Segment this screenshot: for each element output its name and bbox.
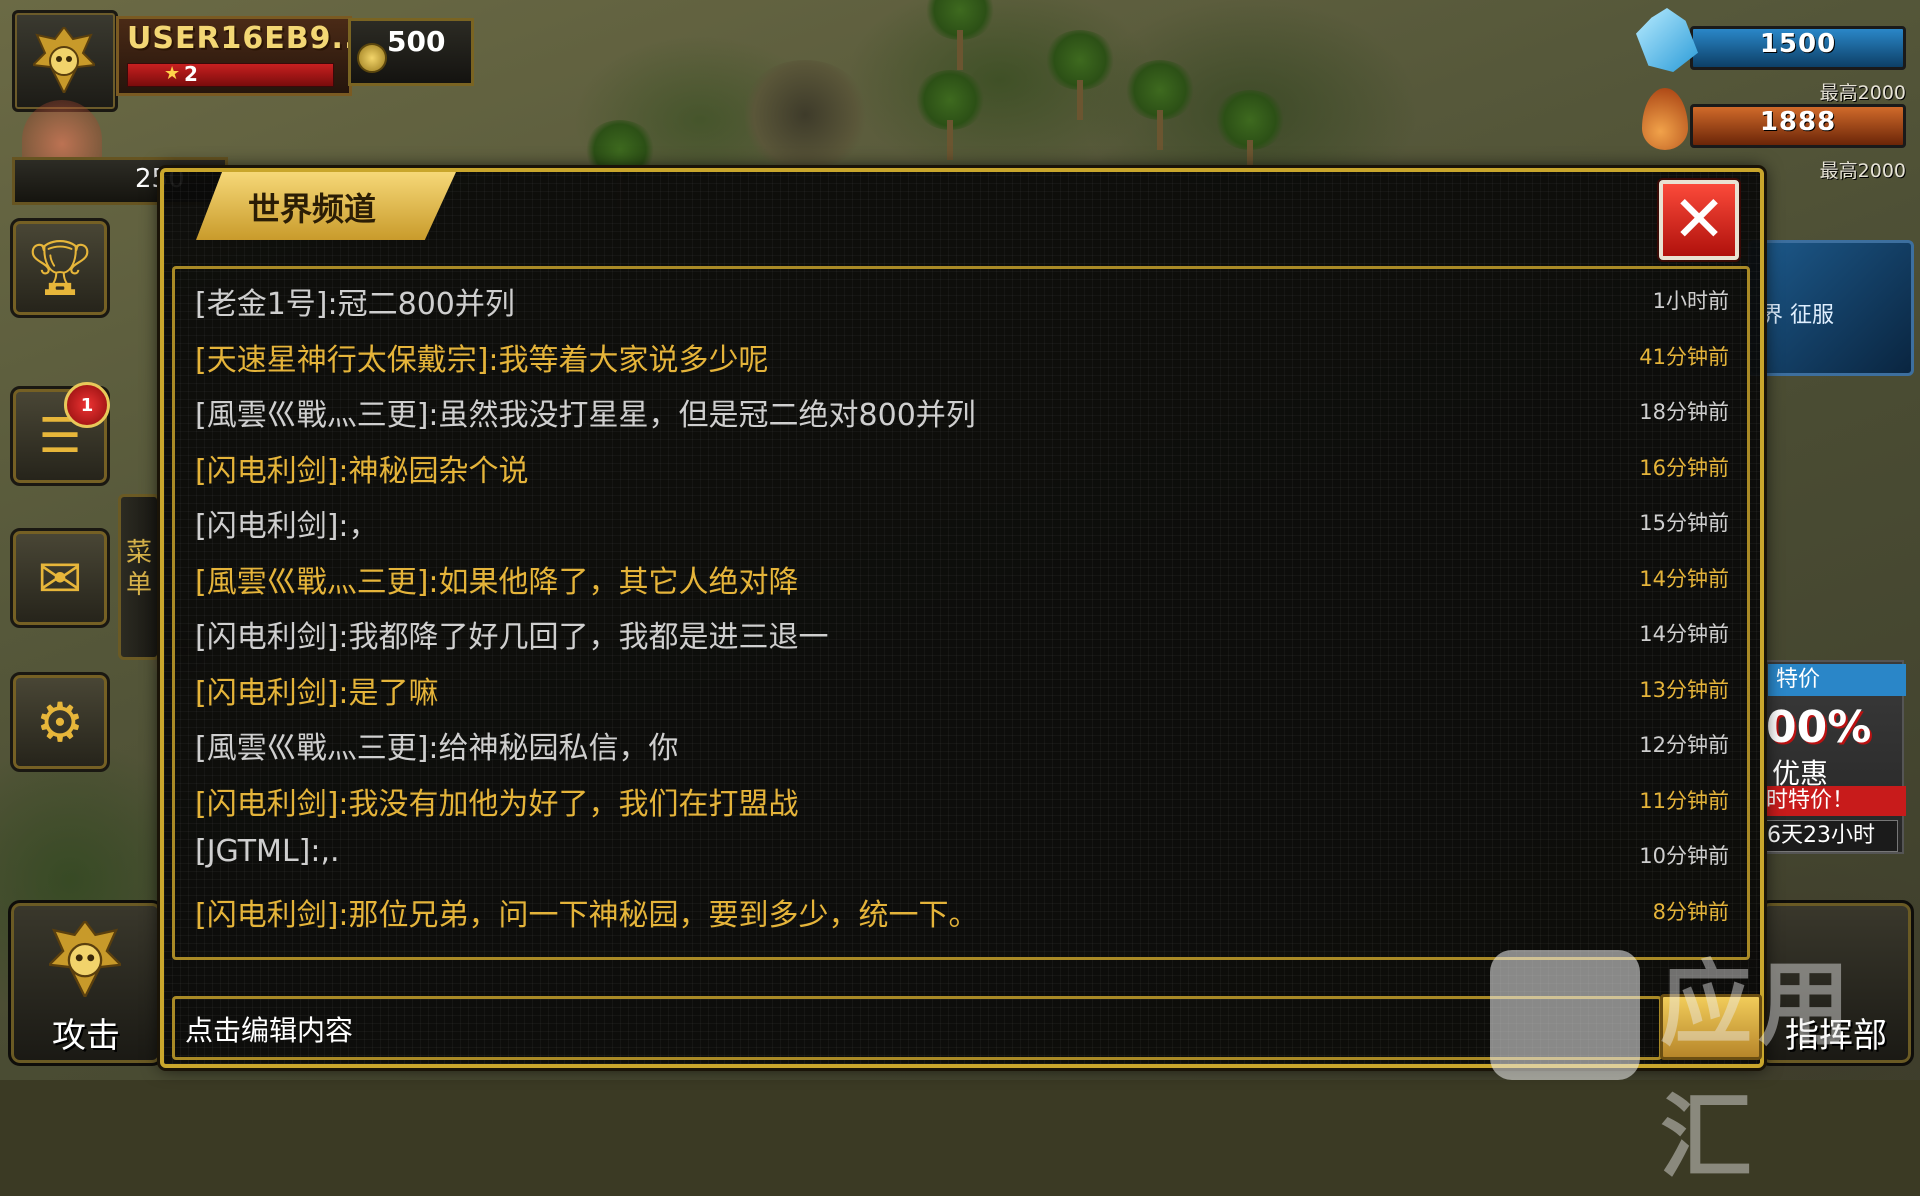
skull-rank-icon bbox=[33, 27, 95, 93]
username: USER16EB9.. bbox=[127, 21, 357, 56]
chat-message-text: [天速星神行太保戴宗]:我等着大家说多少呢 bbox=[195, 342, 769, 378]
chat-message-text: [闪电利剑]:那位兄弟，问一下神秘园，要到多少，统一下。 bbox=[195, 897, 979, 933]
crystal-bar: 1500 bbox=[1690, 26, 1906, 70]
notification-badge: 1 bbox=[64, 382, 110, 428]
chat-message-time: 18分钟前 bbox=[1639, 400, 1729, 424]
chat-message-text: [風雲巛戰灬三更]:虽然我没打星星，但是冠二绝对800并列 bbox=[195, 398, 976, 433]
chat-message-row[interactable]: [闪电利剑]:我没有加他为好了，我们在打盟战 11分钟前 bbox=[195, 775, 1729, 827]
envelope-icon: ✉ bbox=[37, 546, 83, 610]
send-button[interactable] bbox=[1660, 994, 1762, 1060]
crystal-value: 1500 bbox=[1759, 29, 1837, 59]
trophy-icon: 🏆︎ bbox=[25, 236, 95, 299]
chat-message-row[interactable]: [闪电利剑]:神秘园杂个说 16分钟前 bbox=[195, 442, 1729, 494]
chat-message-text: [闪电利剑]:神秘园杂个说 bbox=[195, 453, 529, 489]
level-bar: ★ 2 bbox=[127, 62, 334, 87]
chat-message-row[interactable]: [JGTML]:,. 10分钟前 bbox=[195, 830, 1729, 882]
chat-title: 世界频道 bbox=[247, 190, 376, 228]
chat-input[interactable]: 点击编辑内容 bbox=[172, 996, 1662, 1060]
attack-label: 攻击 bbox=[52, 1016, 120, 1056]
medal-icon bbox=[357, 43, 387, 73]
chat-message-row[interactable]: [風雲巛戰灬三更]:虽然我没打星星，但是冠二绝对800并列 18分钟前 bbox=[195, 386, 1729, 438]
chat-message-row[interactable]: [風雲巛戰灬三更]:给神秘园私信，你 12分钟前 bbox=[195, 719, 1729, 771]
chat-message-row[interactable]: [天速星神行太保戴宗]:我等着大家说多少呢 41分钟前 bbox=[195, 331, 1729, 383]
message-list[interactable]: [老金1号]:冠二800并列 1小时前 [天速星神行太保戴宗]:我等着大家说多少呢 4… bbox=[172, 266, 1750, 960]
chat-message-time: 13分钟前 bbox=[1639, 677, 1729, 702]
close-icon: ✕ bbox=[1672, 183, 1726, 257]
chat-message-time: 41分钟前 bbox=[1639, 344, 1729, 369]
player-info-plate[interactable]: USER16EB9.. ★ 2 bbox=[116, 16, 355, 96]
menu-tab-label: 菜单 bbox=[125, 538, 152, 600]
level-value: 2 bbox=[184, 62, 198, 86]
sale-percent: 00% bbox=[1766, 702, 1872, 753]
chat-message-time: 1小时前 bbox=[1652, 289, 1729, 313]
chat-message-row[interactable]: [風雲巛戰灬三更]:如果他降了，其它人绝对降 14分钟前 bbox=[195, 553, 1729, 605]
chat-input-placeholder: 点击编辑内容 bbox=[185, 1014, 354, 1047]
settings-button[interactable]: ⚙ bbox=[10, 672, 110, 772]
sale-countdown: 6天23小时 bbox=[1762, 820, 1898, 852]
chat-message-time: 10分钟前 bbox=[1639, 844, 1729, 868]
skull-icon bbox=[49, 921, 121, 997]
chat-message-text: [闪电利剑]:， bbox=[195, 509, 379, 544]
medal-value: 500 bbox=[387, 25, 446, 58]
crystal-cap: 最高2000 bbox=[1819, 82, 1906, 104]
chat-message-text: [JGTML]:,. bbox=[195, 834, 340, 869]
chat-message-time: 11分钟前 bbox=[1639, 788, 1729, 813]
chat-message-text: [闪电利剑]:是了嘛 bbox=[195, 675, 439, 711]
trophy-button[interactable]: 🏆︎ bbox=[10, 218, 110, 318]
sale-tag: 特价 bbox=[1768, 664, 1906, 696]
player-avatar[interactable] bbox=[12, 10, 118, 112]
chat-message-row[interactable]: [闪电利剑]:是了嘛 13分钟前 bbox=[195, 664, 1729, 716]
mail-button[interactable]: ✉ bbox=[10, 528, 110, 628]
sale-time-label: 时特价！ bbox=[1760, 786, 1906, 816]
chat-message-text: [風雲巛戰灬三更]:给神秘园私信，你 bbox=[195, 731, 679, 766]
chat-message-time: 14分钟前 bbox=[1639, 566, 1729, 591]
world-conquest-button[interactable]: 界 征服 bbox=[1748, 240, 1914, 376]
chat-message-time: 14分钟前 bbox=[1639, 622, 1729, 646]
chat-message-text: [老金1号]:冠二800并列 bbox=[195, 287, 515, 322]
chat-message-time: 16分钟前 bbox=[1639, 455, 1729, 480]
chat-message-time: 8分钟前 bbox=[1652, 899, 1729, 924]
chat-message-text: [風雲巛戰灬三更]:如果他降了，其它人绝对降 bbox=[195, 564, 799, 600]
chat-message-text: [闪电利剑]:我都降了好几回了，我都是进三退一 bbox=[195, 620, 829, 655]
gear-icon: ⚙ bbox=[35, 690, 85, 754]
world-conquest-label: 界 征服 bbox=[1761, 303, 1834, 328]
headquarters-button[interactable]: 指挥部 bbox=[1758, 900, 1914, 1066]
chat-message-time: 15分钟前 bbox=[1639, 511, 1729, 535]
chat-message-row[interactable]: [闪电利剑]:那位兄弟，问一下神秘园，要到多少，统一下。 8分钟前 bbox=[195, 886, 1729, 938]
menu-collapse-tab[interactable]: 菜单 bbox=[118, 494, 160, 660]
oil-bar: 1888 bbox=[1690, 104, 1906, 148]
attack-button[interactable]: 攻击 bbox=[8, 900, 164, 1066]
headquarters-label: 指挥部 bbox=[1785, 1016, 1887, 1056]
medal-counter: 500 bbox=[348, 18, 474, 86]
world-chat-dialog: 世界频道 ✕ [老金1号]:冠二800并列 1小时前 [天速星神行太保戴宗]:我等着… bbox=[160, 168, 1764, 1068]
chat-title-tab: 世界频道 bbox=[196, 172, 456, 240]
close-button[interactable]: ✕ bbox=[1659, 180, 1739, 260]
chat-message-text: [闪电利剑]:我没有加他为好了，我们在打盟战 bbox=[195, 786, 799, 822]
star-icon: ★ bbox=[164, 63, 181, 84]
chat-message-row[interactable]: [老金1号]:冠二800并列 1小时前 bbox=[195, 275, 1729, 327]
chat-message-time: 12分钟前 bbox=[1639, 733, 1729, 757]
oil-value: 1888 bbox=[1759, 107, 1837, 137]
chat-message-row[interactable]: [闪电利剑]:我都降了好几回了，我都是进三退一 14分钟前 bbox=[195, 608, 1729, 660]
oil-cap: 最高2000 bbox=[1819, 160, 1906, 182]
chat-message-row[interactable]: [闪电利剑]:， 15分钟前 bbox=[195, 497, 1729, 549]
